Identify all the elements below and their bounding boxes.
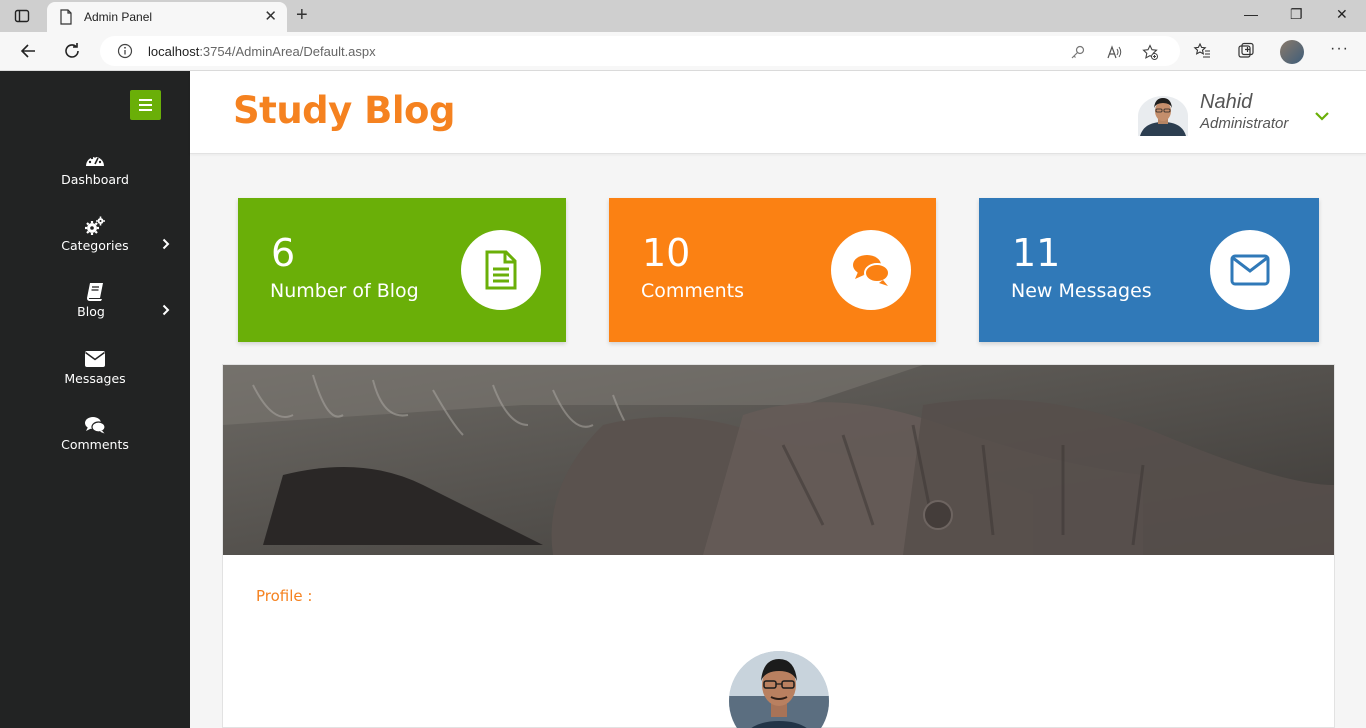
comments-icon (85, 417, 106, 434)
info-icon[interactable] (117, 43, 133, 59)
stat-card-comments[interactable]: 10 Comments (609, 198, 936, 342)
tab-title: Admin Panel (84, 10, 153, 24)
user-avatar-image (1138, 96, 1188, 136)
sidebar-item-label: Messages (64, 371, 126, 386)
sidebar: Dashboard Categories Blog Messages Comme… (0, 71, 190, 728)
tab-close-icon[interactable]: ✕ (264, 9, 277, 25)
profile-photo (729, 651, 829, 728)
url-field[interactable]: localhost:3754/AdminArea/Default.aspx (100, 36, 1180, 66)
minimize-button[interactable]: — (1244, 6, 1258, 22)
envelope-icon (85, 351, 105, 367)
new-tab-button[interactable]: + (296, 5, 308, 25)
hamburger-line (139, 109, 152, 111)
favorites-icon[interactable] (1193, 42, 1211, 60)
browser-tab[interactable]: Admin Panel ✕ (47, 2, 287, 32)
collections-icon[interactable] (1237, 42, 1255, 60)
chevron-right-icon (162, 304, 170, 316)
sidebar-item-blog[interactable]: Blog (0, 282, 190, 319)
profile-photo-image (729, 651, 829, 728)
back-arrow-icon[interactable] (18, 41, 38, 61)
sidebar-item-comments[interactable]: Comments (0, 415, 190, 452)
stat-value: 10 (642, 231, 691, 275)
browser-address-bar: localhost:3754/AdminArea/Default.aspx ··… (0, 32, 1366, 71)
settings-more-icon[interactable]: ··· (1330, 40, 1349, 58)
comments-icon (853, 255, 890, 286)
stat-icon-circle (1210, 230, 1290, 310)
envelope-icon (1230, 254, 1270, 286)
restore-button[interactable]: ❐ (1290, 6, 1303, 23)
document-icon (485, 250, 517, 290)
profile-label: Profile : (256, 587, 313, 605)
chevron-right-icon (162, 238, 170, 250)
banner-photo (223, 365, 1334, 555)
browser-profile-avatar[interactable] (1280, 40, 1304, 64)
tab-actions-icon[interactable] (14, 8, 30, 24)
page-icon (60, 9, 72, 25)
user-role: Administrator (1200, 115, 1289, 132)
refresh-icon[interactable] (62, 41, 82, 61)
sidebar-item-label: Dashboard (61, 172, 129, 187)
url-text: localhost:3754/AdminArea/Default.aspx (148, 44, 376, 59)
url-path: :3754/AdminArea/Default.aspx (199, 44, 376, 59)
stat-label: New Messages (1011, 280, 1152, 302)
url-host: localhost (148, 44, 200, 59)
gears-icon (85, 216, 105, 235)
close-window-button[interactable]: ✕ (1336, 6, 1348, 23)
sidebar-item-categories[interactable]: Categories (0, 216, 190, 253)
sidebar-item-dashboard[interactable]: Dashboard (0, 150, 190, 187)
key-icon[interactable] (1070, 44, 1086, 60)
top-header: Study Blog Nahid Administrator (190, 71, 1366, 154)
brand-title[interactable]: Study Blog (233, 89, 455, 132)
stat-card-messages[interactable]: 11 New Messages (979, 198, 1319, 342)
book-icon (87, 283, 103, 301)
menu-toggle-button[interactable] (130, 90, 161, 120)
read-aloud-icon[interactable] (1106, 44, 1122, 60)
stat-label: Number of Blog (270, 280, 419, 302)
sidebar-item-messages[interactable]: Messages (0, 349, 190, 386)
user-name[interactable]: Nahid (1200, 91, 1252, 114)
hamburger-line (139, 99, 152, 101)
stat-label: Comments (641, 280, 744, 302)
browser-tab-bar: Admin Panel ✕ + — ❐ ✕ (0, 0, 1366, 32)
add-favorite-icon[interactable] (1142, 44, 1158, 60)
stat-card-blogs[interactable]: 6 Number of Blog (238, 198, 566, 342)
stat-value: 6 (271, 231, 296, 275)
stat-value: 11 (1012, 231, 1061, 275)
hamburger-line (139, 104, 152, 106)
content-panel: Profile : (222, 364, 1335, 728)
stat-icon-circle (831, 230, 911, 310)
dashboard-icon (86, 155, 104, 166)
user-avatar[interactable] (1138, 96, 1188, 136)
banner-image (223, 365, 1334, 555)
chevron-down-icon[interactable] (1314, 111, 1330, 121)
stat-icon-circle (461, 230, 541, 310)
sidebar-item-label: Comments (61, 437, 129, 452)
